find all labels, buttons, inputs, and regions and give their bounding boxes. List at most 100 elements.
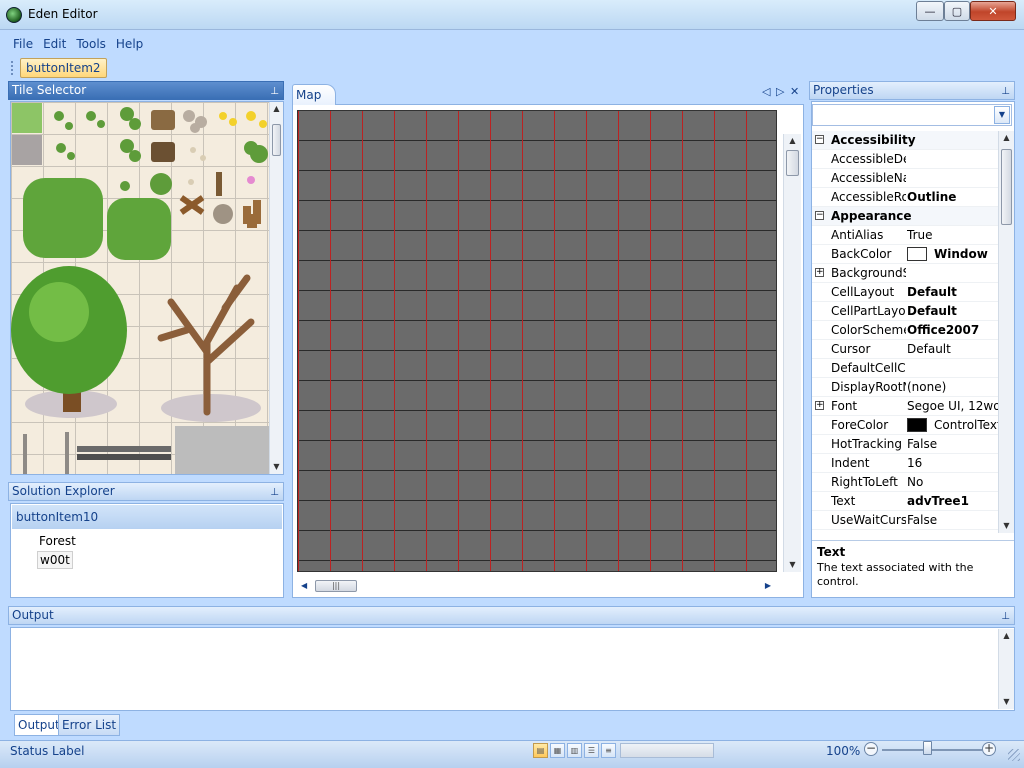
- scroll-right-icon[interactable]: ▶: [765, 578, 771, 594]
- property-row[interactable]: CellPartLayou Default: [812, 302, 998, 321]
- map-canvas[interactable]: [297, 110, 777, 572]
- property-row[interactable]: BackColor Window: [812, 245, 998, 264]
- scroll-down-icon[interactable]: ▼: [270, 460, 283, 474]
- toolbar-button-item2[interactable]: buttonItem2: [20, 58, 107, 78]
- property-row[interactable]: + Font Segoe UI, 12worl: [812, 397, 998, 416]
- tree-node-forest[interactable]: Forest: [39, 534, 76, 548]
- zoom-out-icon[interactable]: −: [864, 742, 878, 756]
- menu-tools[interactable]: Tools: [71, 34, 111, 54]
- tileset-canvas[interactable]: [11, 102, 269, 474]
- collapse-icon[interactable]: −: [815, 135, 824, 144]
- property-row[interactable]: UseWaitCursc False: [812, 511, 998, 530]
- collapse-icon[interactable]: −: [815, 211, 824, 220]
- tree-root-node[interactable]: buttonItem10: [12, 505, 282, 529]
- map-horizontal-scrollbar[interactable]: ◀ ||| ▶: [301, 578, 777, 594]
- scroll-down-icon[interactable]: ▼: [784, 558, 801, 572]
- pin-icon[interactable]: ⊥: [1001, 608, 1010, 625]
- zoom-in-icon[interactable]: +: [982, 742, 996, 756]
- property-row[interactable]: AccessibleDes: [812, 150, 998, 169]
- scroll-down-icon[interactable]: ▼: [999, 695, 1014, 709]
- scroll-thumb[interactable]: |||: [315, 580, 357, 592]
- view-layout-icon[interactable]: ▦: [550, 743, 565, 758]
- property-row[interactable]: Indent 16: [812, 454, 998, 473]
- tree-node-w00t[interactable]: w00t: [37, 551, 73, 569]
- tab-close-icon[interactable]: ✕: [790, 85, 799, 98]
- pin-icon[interactable]: ⊥: [1001, 83, 1010, 100]
- menu-edit[interactable]: Edit: [38, 34, 71, 54]
- menu-bar: File Edit Tools Help: [8, 32, 1016, 56]
- menu-file[interactable]: File: [8, 34, 38, 54]
- property-value[interactable]: ControlText: [907, 416, 998, 434]
- property-row[interactable]: + BackgroundSt: [812, 264, 998, 283]
- property-value[interactable]: advTree1: [907, 492, 998, 510]
- view-normal-icon[interactable]: ▤: [533, 743, 548, 758]
- property-value[interactable]: Default: [907, 340, 998, 358]
- tile-selector-title: Tile Selector: [12, 83, 87, 97]
- property-row[interactable]: RightToLeft No: [812, 473, 998, 492]
- scroll-left-icon[interactable]: ◀: [301, 578, 307, 594]
- scroll-down-icon[interactable]: ▼: [999, 519, 1014, 533]
- tab-scroll-right-icon[interactable]: ▷: [776, 85, 784, 98]
- scroll-up-icon[interactable]: ▲: [999, 131, 1014, 145]
- view-list-icon[interactable]: ☰: [584, 743, 599, 758]
- tab-error-list[interactable]: Error List: [58, 714, 121, 736]
- minimize-button[interactable]: —: [916, 1, 944, 21]
- scroll-thumb[interactable]: [786, 150, 799, 176]
- status-label: Status Label: [10, 744, 85, 758]
- view-book-icon[interactable]: ▥: [567, 743, 582, 758]
- expand-icon[interactable]: +: [815, 401, 824, 410]
- property-grid-scrollbar[interactable]: ▲ ▼: [998, 131, 1014, 533]
- property-row[interactable]: ForeColor ControlText: [812, 416, 998, 435]
- property-value-text: Segoe UI, 12worl: [907, 399, 998, 413]
- close-button[interactable]: ✕: [970, 1, 1016, 21]
- property-value[interactable]: No: [907, 473, 998, 491]
- color-swatch: [907, 418, 927, 432]
- property-row[interactable]: ColorScheme Office2007: [812, 321, 998, 340]
- property-row[interactable]: DisplayRootN (none): [812, 378, 998, 397]
- property-value[interactable]: Default: [907, 302, 998, 320]
- property-value[interactable]: Outline: [907, 188, 998, 206]
- tab-scroll-left-icon[interactable]: ◁: [762, 85, 770, 98]
- scroll-thumb[interactable]: [1001, 149, 1012, 225]
- property-row[interactable]: Text advTree1: [812, 492, 998, 511]
- property-value[interactable]: Office2007: [907, 321, 998, 339]
- view-details-icon[interactable]: ≡: [601, 743, 616, 758]
- property-value[interactable]: False: [907, 435, 998, 453]
- chevron-down-icon[interactable]: ▼: [994, 106, 1010, 124]
- property-row[interactable]: CellLayout Default: [812, 283, 998, 302]
- property-value[interactable]: True: [907, 226, 998, 244]
- property-row[interactable]: AccessibleRol Outline: [812, 188, 998, 207]
- maximize-button[interactable]: ▢: [944, 1, 970, 21]
- resize-grip[interactable]: [1008, 749, 1020, 761]
- tile-selector-scrollbar[interactable]: ▲ ▼: [269, 102, 283, 474]
- property-row[interactable]: HotTracking False: [812, 435, 998, 454]
- scroll-up-icon[interactable]: ▲: [270, 102, 283, 116]
- property-category[interactable]: − Accessibility: [812, 131, 998, 150]
- property-row[interactable]: AccessibleNar: [812, 169, 998, 188]
- property-row[interactable]: DefaultCellCu: [812, 359, 998, 378]
- property-row[interactable]: AntiAlias True: [812, 226, 998, 245]
- tab-map[interactable]: Map: [292, 84, 336, 106]
- zoom-slider-track[interactable]: [882, 749, 982, 751]
- map-vertical-scrollbar[interactable]: ▲ ▼: [783, 134, 801, 572]
- pin-icon[interactable]: ⊥: [270, 83, 279, 100]
- output-scrollbar[interactable]: ▲ ▼: [998, 629, 1014, 709]
- scroll-thumb[interactable]: [272, 124, 281, 156]
- property-value[interactable]: Window: [907, 245, 998, 263]
- property-value[interactable]: Default: [907, 283, 998, 301]
- scroll-up-icon[interactable]: ▲: [784, 134, 801, 148]
- property-row[interactable]: Cursor Default: [812, 340, 998, 359]
- property-value[interactable]: (none): [907, 378, 998, 396]
- expand-icon[interactable]: +: [815, 268, 824, 277]
- property-value[interactable]: Segoe UI, 12worl: [907, 397, 998, 415]
- tab-output[interactable]: Output: [14, 714, 64, 736]
- zoom-slider-thumb[interactable]: [923, 741, 932, 755]
- property-value[interactable]: False: [907, 511, 998, 529]
- menu-help[interactable]: Help: [111, 34, 148, 54]
- pin-icon[interactable]: ⊥: [270, 484, 279, 501]
- toolbar-grip[interactable]: [11, 61, 14, 75]
- property-category[interactable]: − Appearance: [812, 207, 998, 226]
- scroll-up-icon[interactable]: ▲: [999, 629, 1014, 643]
- property-value[interactable]: 16: [907, 454, 998, 472]
- object-selector-combo[interactable]: ▼: [812, 104, 1012, 126]
